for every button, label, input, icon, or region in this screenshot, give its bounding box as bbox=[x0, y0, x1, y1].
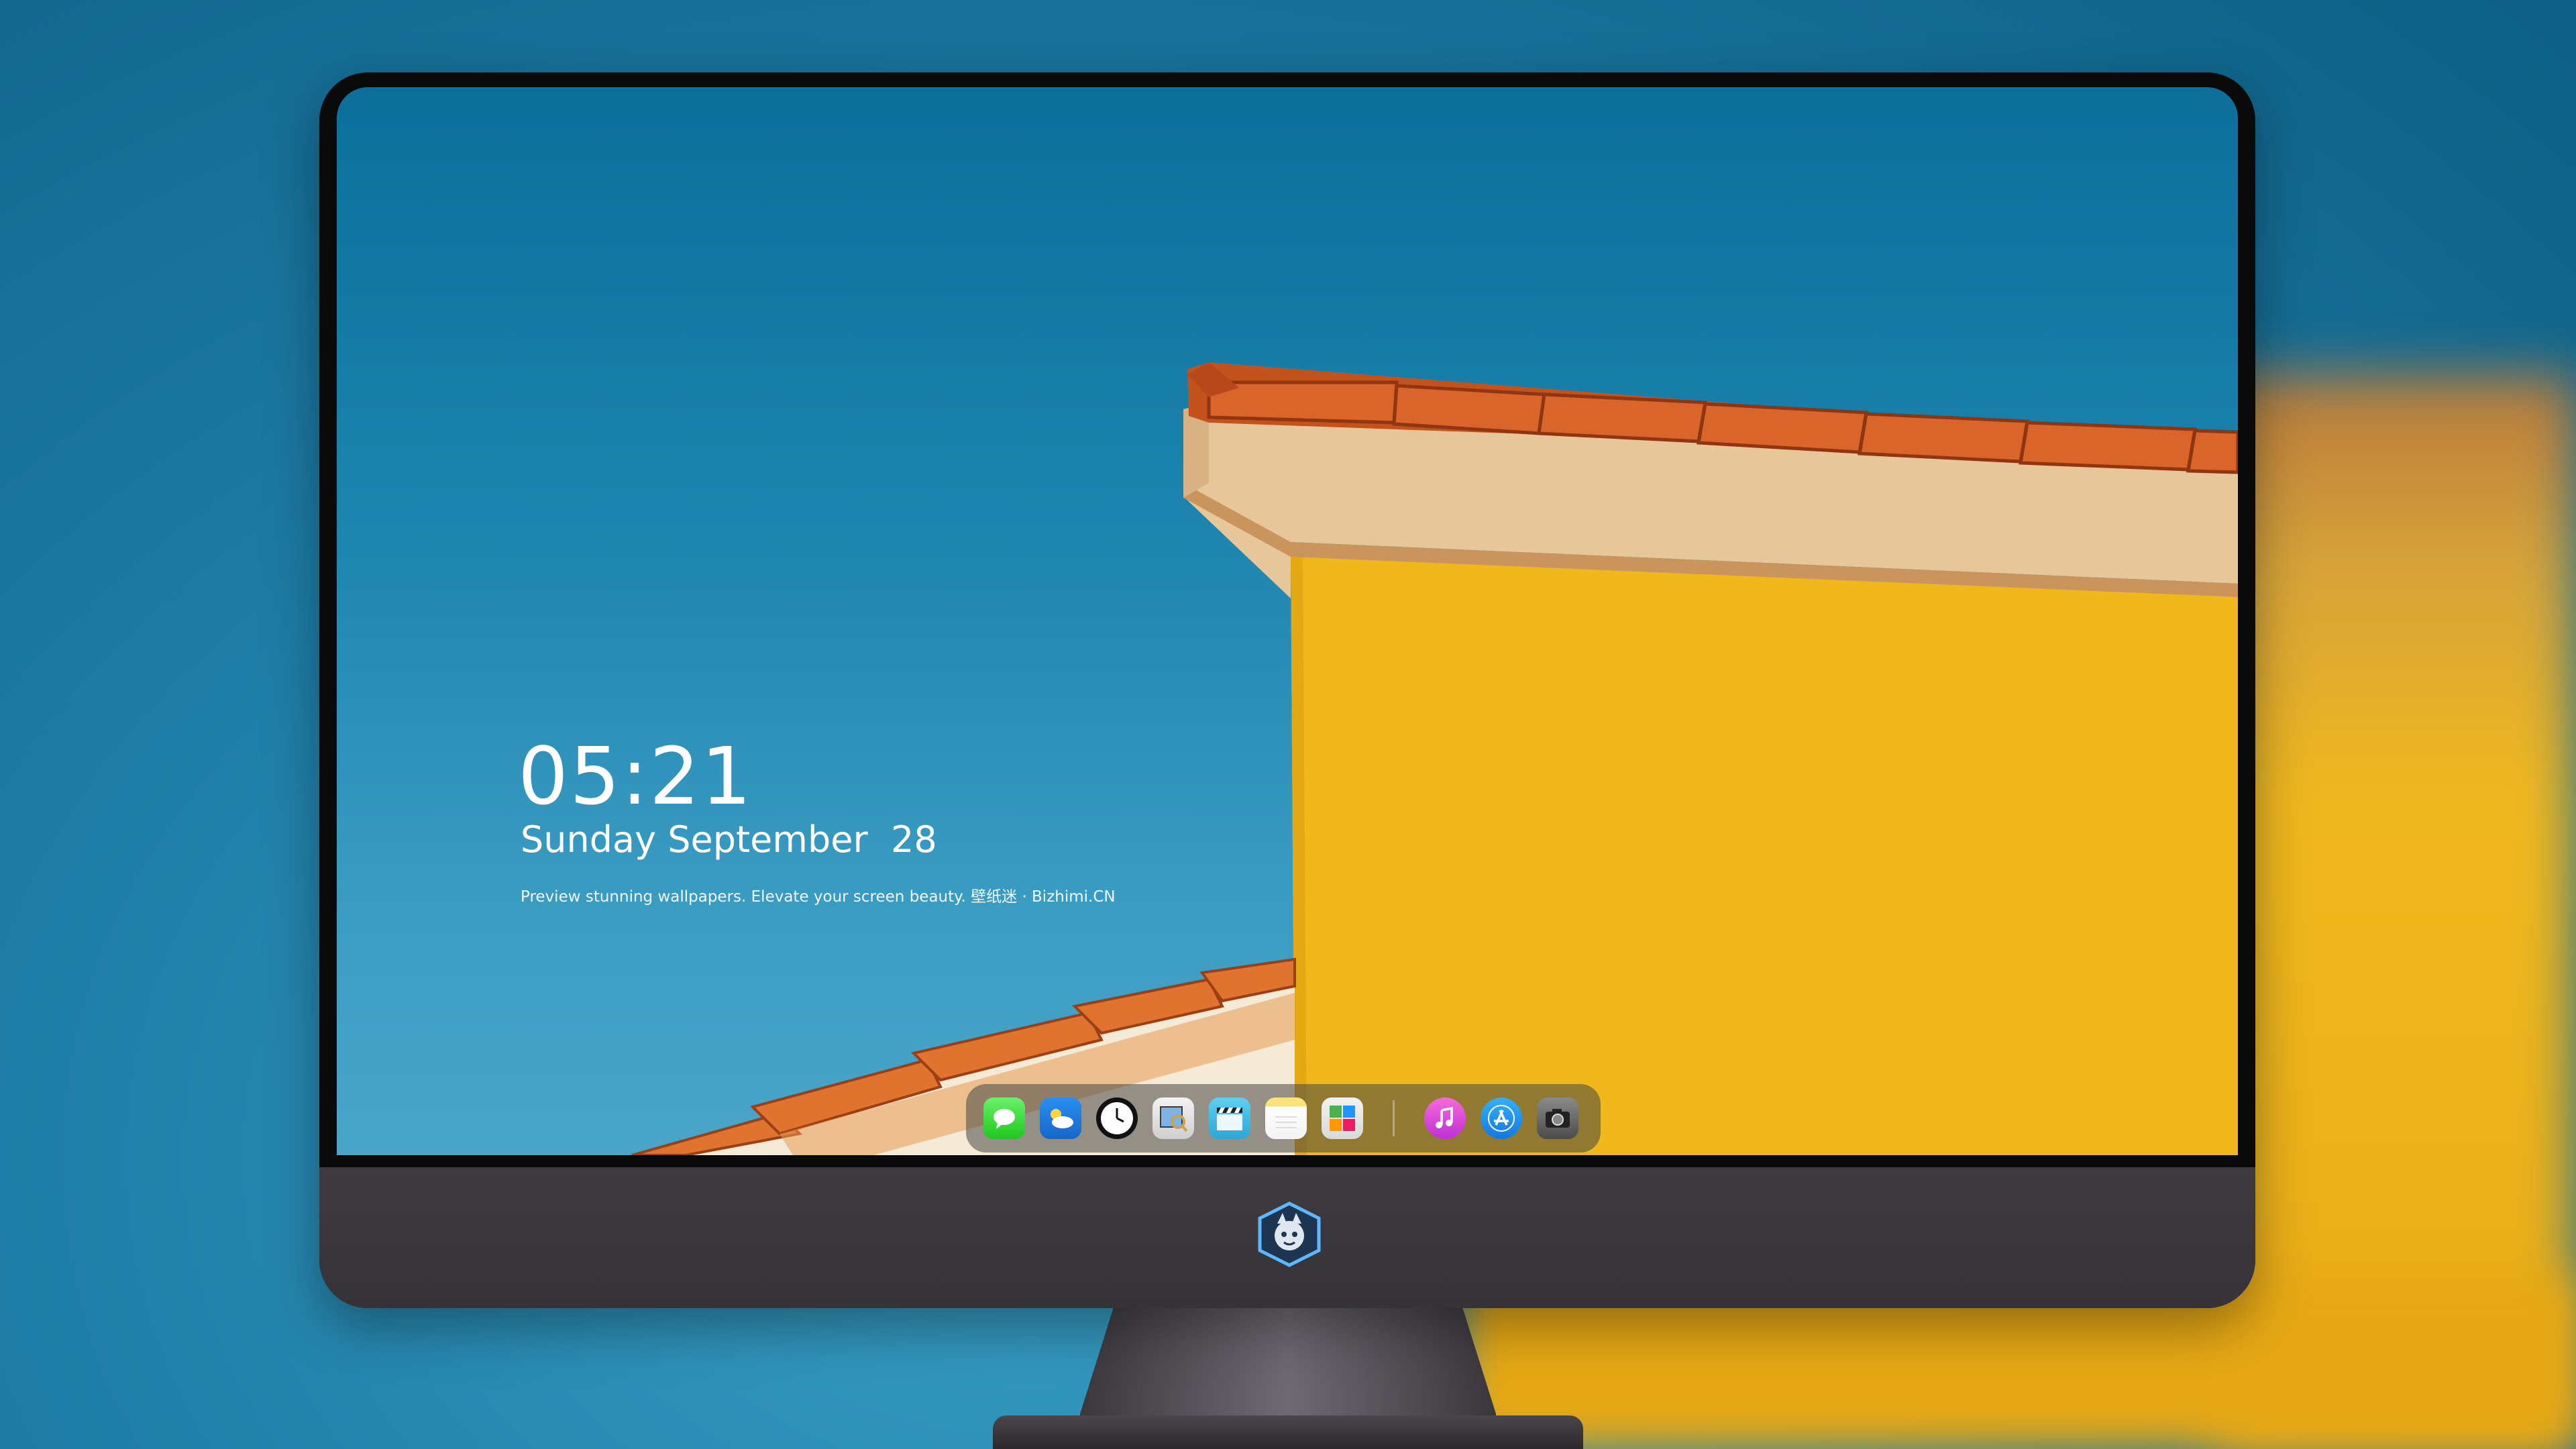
weather-icon[interactable] bbox=[1040, 1097, 1081, 1139]
wallpaper-building bbox=[631, 362, 2238, 1155]
brand-logo-icon bbox=[1258, 1201, 1321, 1267]
preview-icon[interactable] bbox=[1152, 1097, 1194, 1139]
camera-icon[interactable] bbox=[1537, 1097, 1578, 1139]
music-icon[interactable] bbox=[1424, 1097, 1466, 1139]
lock-screen-tagline: Preview stunning wallpapers. Elevate you… bbox=[521, 888, 1116, 906]
dock-separator bbox=[1393, 1100, 1395, 1136]
messages-icon[interactable] bbox=[983, 1097, 1025, 1139]
clapperboard-icon[interactable] bbox=[1209, 1097, 1250, 1139]
monitor-stand-base bbox=[993, 1415, 1583, 1449]
photos-icon[interactable] bbox=[1322, 1097, 1363, 1139]
notes-icon[interactable] bbox=[1265, 1097, 1307, 1139]
clock-icon[interactable] bbox=[1096, 1097, 1138, 1139]
dock bbox=[966, 1084, 1601, 1152]
lock-screen-time: 05:21 bbox=[518, 730, 753, 822]
desktop-screen: 05:21 Sunday September 28 Preview stunni… bbox=[337, 87, 2238, 1155]
lock-screen-date: Sunday September 28 bbox=[521, 818, 937, 861]
app-store-icon[interactable] bbox=[1481, 1097, 1522, 1139]
